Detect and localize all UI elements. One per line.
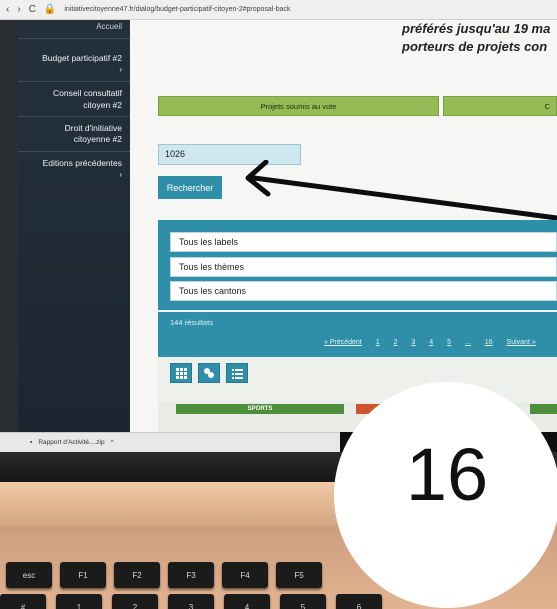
pagination-page-16[interactable]: 16: [485, 339, 493, 346]
key-f5: F5: [276, 562, 322, 588]
tab-second[interactable]: C: [443, 96, 557, 116]
pagination-page-3[interactable]: 3: [411, 339, 415, 346]
key-3: 3: [168, 594, 214, 609]
tab-projets-soumis[interactable]: Projets soumis au vote: [158, 96, 439, 116]
results-panel: 144 résultats « Précédent 1 2 3 4 5 ... …: [158, 312, 557, 357]
key-f4: F4: [222, 562, 268, 588]
grid-view-button[interactable]: [170, 363, 192, 383]
sidebar-item-budget[interactable]: Budget participatif #2 ›: [18, 39, 130, 83]
browser-toolbar: ‹ › C 🔒 initiativecitoyenne47.fr/dialog/…: [0, 0, 557, 20]
key-2: 2: [112, 594, 158, 609]
back-icon[interactable]: ‹: [6, 4, 9, 15]
headline-line-1: préférés jusqu'au 19 ma: [402, 21, 551, 36]
file-icon: ▪: [30, 439, 33, 446]
search-button[interactable]: Rechercher: [158, 176, 222, 199]
lock-icon: 🔒: [43, 4, 57, 15]
sidebar: Accueil Budget participatif #2 › Conseil…: [18, 20, 130, 432]
key-esc: esc: [6, 562, 52, 588]
pagination-next[interactable]: Suivant »: [507, 339, 536, 346]
number-badge: 16: [405, 433, 489, 516]
pagination-prev[interactable]: « Précédent: [324, 339, 362, 346]
reload-icon[interactable]: C: [29, 4, 36, 15]
grid-icon: [175, 367, 187, 379]
filter-panel: Tous les labels Tous les thèmes Tous les…: [158, 220, 557, 310]
sidebar-item-editions[interactable]: Editions précédentes ›: [18, 152, 130, 186]
screen-edge: [0, 20, 18, 432]
pagination: « Précédent 1 2 3 4 5 ... 16 Suivant »: [324, 339, 548, 346]
pagination-page-1[interactable]: 1: [376, 339, 380, 346]
sidebar-item-droit[interactable]: Droit d'initiative citoyenne #2: [18, 117, 130, 152]
sidebar-item-label: Budget participatif #2: [42, 52, 122, 63]
results-count: 144 résultats: [170, 318, 213, 327]
photo: ‹ › C 🔒 initiativecitoyenne47.fr/dialog/…: [0, 0, 557, 609]
pagination-page-5[interactable]: 5: [447, 339, 451, 346]
sidebar-item-label: Editions précédentes: [42, 157, 122, 168]
cantons-select[interactable]: Tous les cantons: [170, 281, 557, 301]
sidebar-item-conseil[interactable]: Conseil consultatif citoyen #2: [18, 82, 130, 117]
chevron-right-icon: ›: [119, 170, 122, 180]
key-hash: #: [0, 594, 46, 609]
laptop-screen: Accueil Budget participatif #2 › Conseil…: [0, 20, 557, 432]
key-f1: F1: [60, 562, 106, 588]
sidebar-item-label: Droit d'initiative citoyenne #2: [64, 123, 122, 145]
key-6: 6: [336, 594, 382, 609]
key-1: 1: [56, 594, 102, 609]
list-view-button[interactable]: [226, 363, 248, 383]
key-f2: F2: [114, 562, 160, 588]
sidebar-item-label: Accueil: [96, 22, 122, 31]
download-file-name[interactable]: Rapport d'Activité....zip: [38, 439, 104, 446]
map-pin-icon: [204, 368, 214, 378]
key-f3: F3: [168, 562, 214, 588]
address-bar[interactable]: initiativecitoyenne47.fr/dialog/budget-p…: [64, 6, 290, 13]
download-bar: ▪ Rapport d'Activité....zip ^: [0, 432, 340, 452]
chevron-up-icon[interactable]: ^: [111, 439, 114, 446]
pagination-page-2[interactable]: 2: [394, 339, 398, 346]
map-view-button[interactable]: [198, 363, 220, 383]
sidebar-item-accueil[interactable]: Accueil: [18, 20, 130, 39]
sidebar-item-label: Conseil consultatif citoyen #2: [53, 88, 122, 110]
chevron-right-icon: ›: [119, 65, 122, 75]
key-4: 4: [224, 594, 270, 609]
key-5: 5: [280, 594, 326, 609]
list-icon: [231, 368, 243, 379]
themes-select[interactable]: Tous les thèmes: [170, 257, 557, 277]
headline-line-2: porteurs de projets con: [402, 38, 548, 54]
pagination-page-4[interactable]: 4: [429, 339, 433, 346]
card-tag-sports: SPORTS: [176, 404, 344, 414]
card-tag: [530, 404, 557, 414]
pagination-ellipsis: ...: [465, 339, 471, 346]
page-headline: préférés jusqu'au 19 ma porteurs de proj…: [402, 20, 557, 55]
forward-icon[interactable]: ›: [17, 4, 20, 15]
labels-select[interactable]: Tous les labels: [170, 232, 557, 252]
